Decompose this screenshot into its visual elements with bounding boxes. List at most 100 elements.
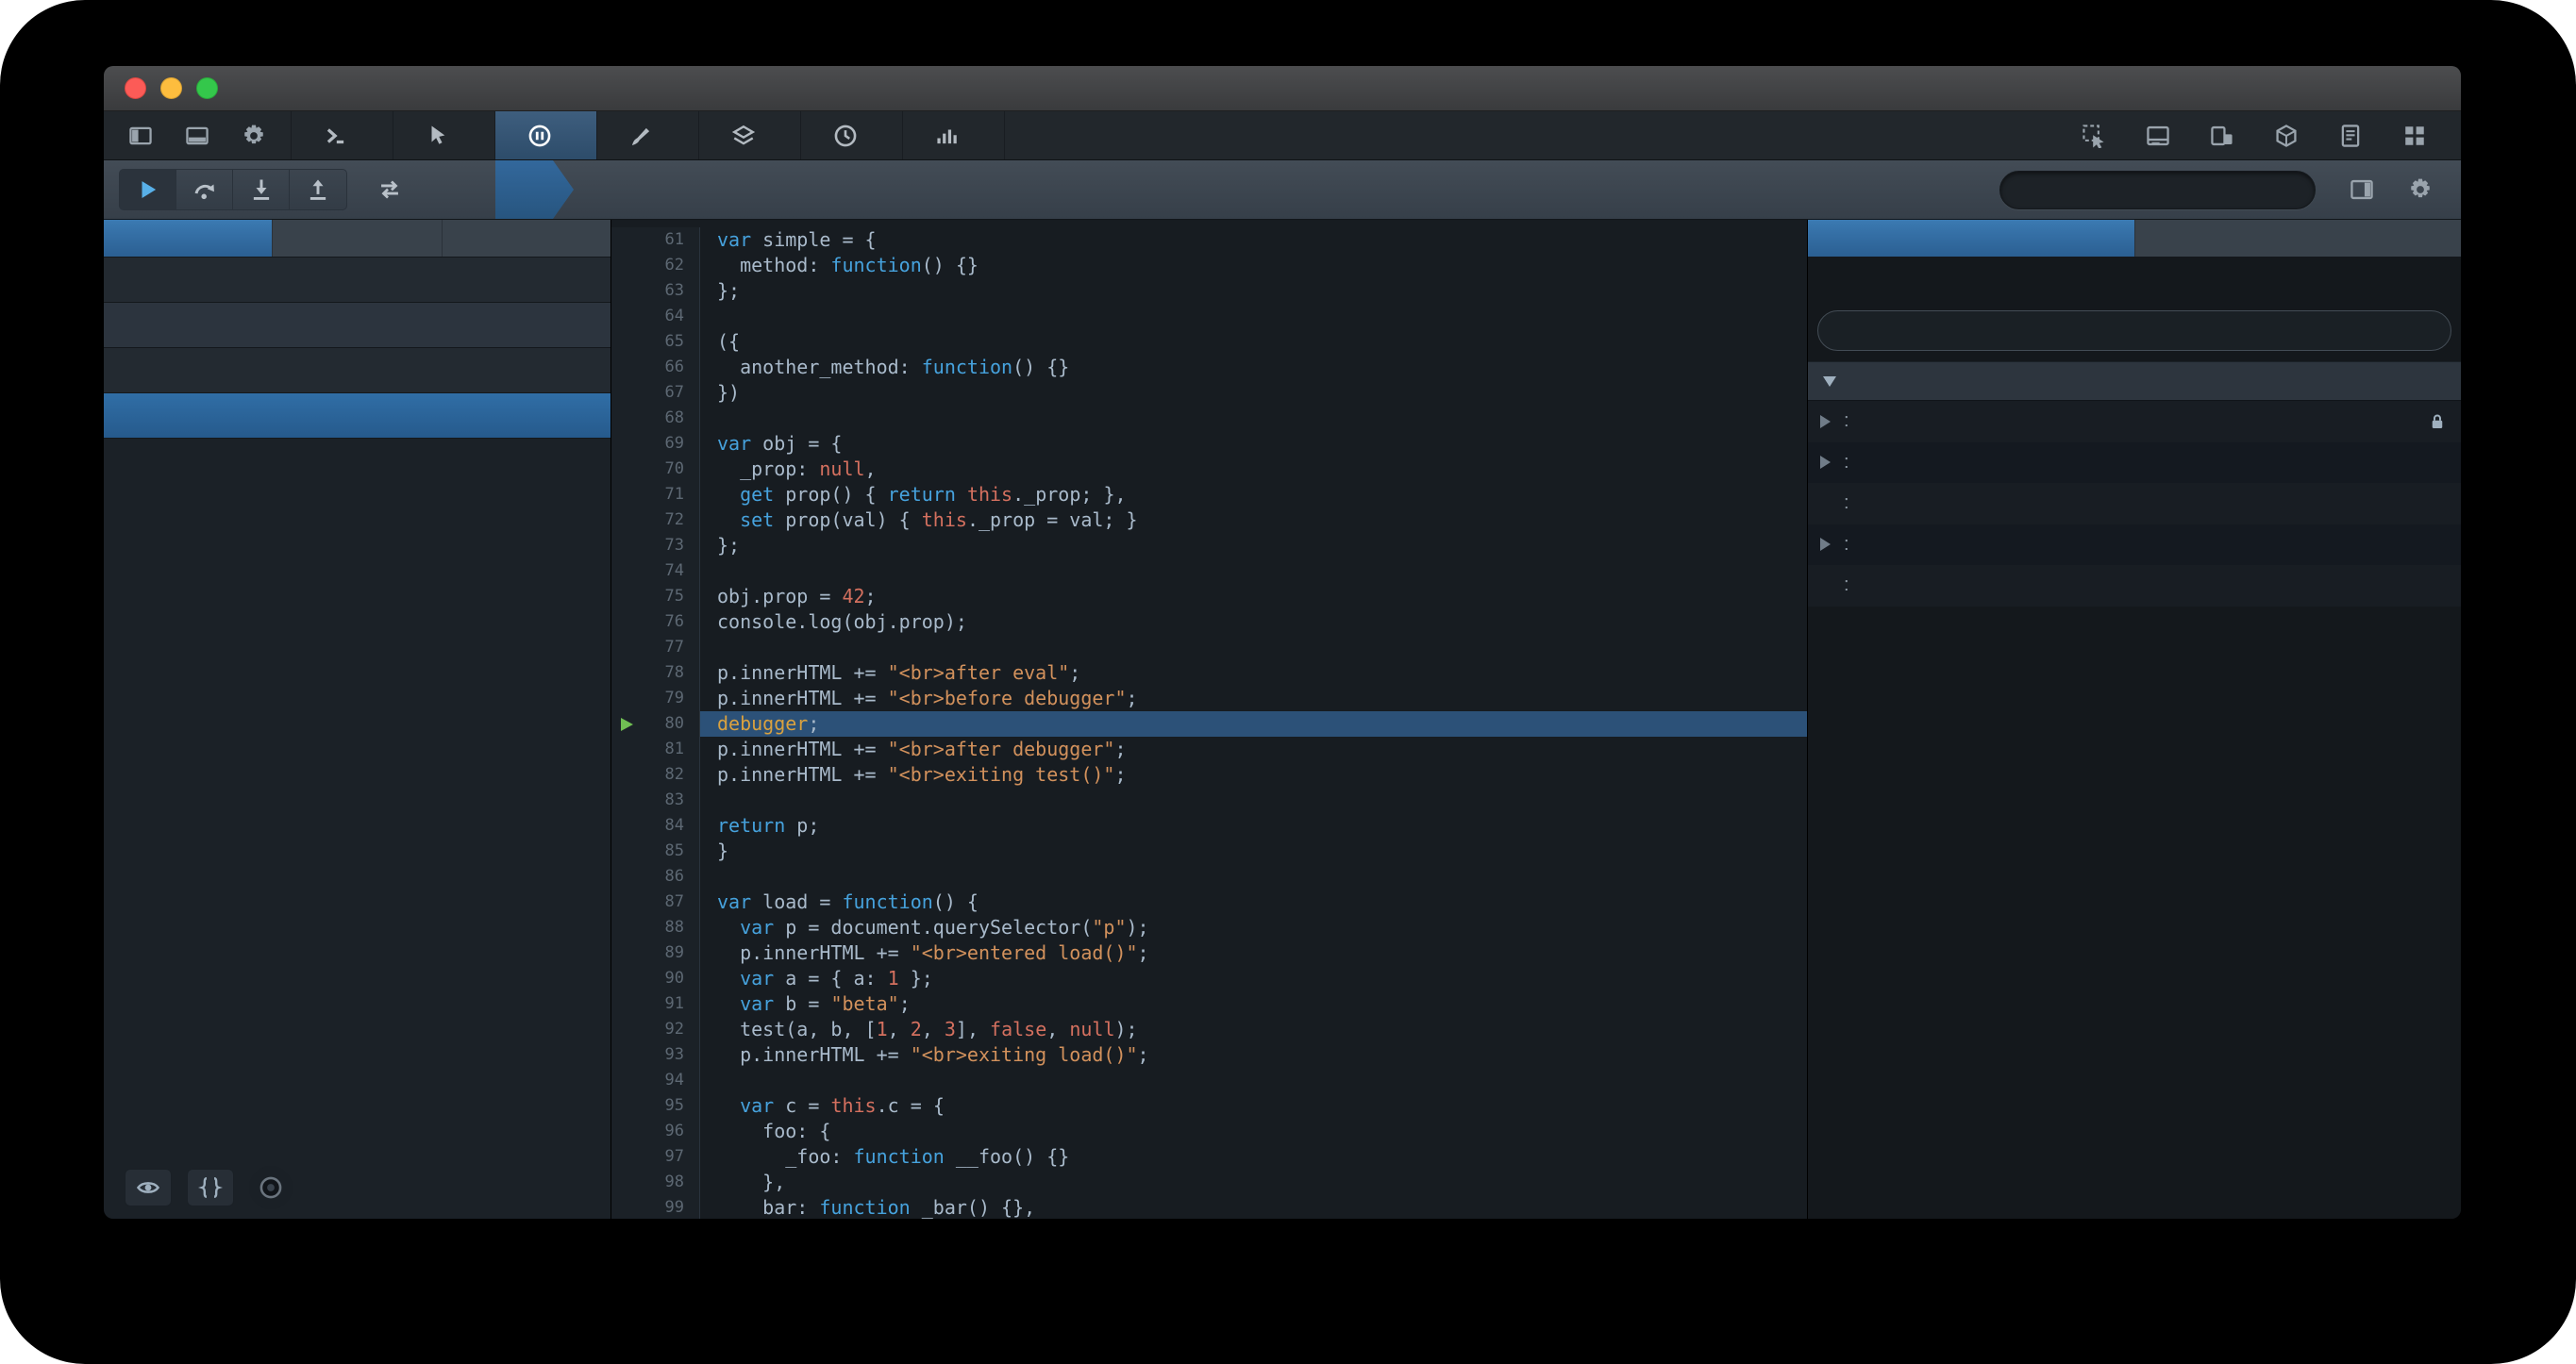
code-text[interactable]: debugger;: [700, 711, 1807, 737]
toolbox-settings-button[interactable]: [228, 115, 279, 157]
code-text[interactable]: _foo: function __foo() {}: [700, 1144, 1807, 1170]
line-number[interactable]: 84: [611, 813, 700, 839]
code-text[interactable]: test(a, b, [1, 2, 3], false, null);: [700, 1017, 1807, 1042]
variable-row[interactable]: :: [1808, 401, 2461, 442]
line-number[interactable]: 91: [611, 991, 700, 1017]
line-number[interactable]: 77: [611, 635, 700, 660]
fullscreen-icon[interactable]: [2417, 75, 2444, 102]
app-manager-button[interactable]: [2389, 115, 2440, 157]
titlebar[interactable]: [104, 66, 2461, 111]
code-text[interactable]: _prop: null,: [700, 457, 1807, 482]
expander-icon[interactable]: [1820, 414, 1831, 428]
code-text[interactable]: p.innerHTML += "<br>before debugger";: [700, 686, 1807, 711]
line-number[interactable]: 64: [611, 304, 700, 329]
line-number[interactable]: 65: [611, 329, 700, 355]
line-number[interactable]: 70: [611, 457, 700, 482]
code-text[interactable]: p.innerHTML += "<br>exiting load()";: [700, 1042, 1807, 1068]
source-editor[interactable]: 61 var simple = {62 method: function() {}…: [611, 220, 1807, 1219]
code-text[interactable]: p.innerHTML += "<br>after eval";: [700, 660, 1807, 686]
zoom-window-button[interactable]: [196, 77, 218, 99]
toggle-panes-button[interactable]: [2336, 169, 2387, 210]
line-number[interactable]: 85: [611, 839, 700, 864]
filter-variables-input[interactable]: [1864, 319, 2435, 341]
code-text[interactable]: [700, 558, 1807, 584]
expander-icon[interactable]: [1820, 538, 1831, 552]
source-item[interactable]: [104, 303, 611, 348]
code-text[interactable]: bar: function _bar() {},: [700, 1195, 1807, 1219]
step-out-button[interactable]: [290, 170, 346, 209]
code-text[interactable]: p.innerHTML += "<br>after debugger";: [700, 737, 1807, 762]
line-number[interactable]: 68: [611, 406, 700, 431]
line-number[interactable]: 89: [611, 940, 700, 966]
code-text[interactable]: }: [700, 839, 1807, 864]
code-text[interactable]: [700, 635, 1807, 660]
tab-call-stack[interactable]: [273, 220, 443, 257]
code-text[interactable]: p.innerHTML += "<br>entered load()";: [700, 940, 1807, 966]
source-item[interactable]: [104, 258, 611, 303]
source-item[interactable]: [104, 393, 611, 439]
code-text[interactable]: obj.prop = 42;: [700, 584, 1807, 609]
line-number[interactable]: 61: [611, 227, 700, 253]
code-text[interactable]: p.innerHTML += "<br>exiting test()";: [700, 762, 1807, 788]
code-text[interactable]: var load = function() {: [700, 890, 1807, 915]
blackbox-source-button[interactable]: [249, 1166, 293, 1209]
code-text[interactable]: [700, 864, 1807, 890]
line-number[interactable]: 75: [611, 584, 700, 609]
line-number[interactable]: 72: [611, 507, 700, 533]
tilt-3d-button[interactable]: [2261, 115, 2312, 157]
line-number[interactable]: 99: [611, 1195, 700, 1219]
line-number[interactable]: 74: [611, 558, 700, 584]
line-number[interactable]: 81: [611, 737, 700, 762]
line-number[interactable]: 90: [611, 966, 700, 991]
tab-traces[interactable]: [443, 220, 611, 257]
code-text[interactable]: },: [700, 1170, 1807, 1195]
code-text[interactable]: var p = document.querySelector("p");: [700, 915, 1807, 940]
variable-row[interactable]: :: [1808, 483, 2461, 524]
tab-events[interactable]: [2135, 220, 2462, 257]
tab-profiler[interactable]: [801, 111, 903, 159]
line-number[interactable]: 79: [611, 686, 700, 711]
minimize-window-button[interactable]: [160, 77, 182, 99]
line-number[interactable]: 92: [611, 1017, 700, 1042]
code-text[interactable]: var a = { a: 1 };: [700, 966, 1807, 991]
tab-sources[interactable]: [104, 220, 274, 257]
line-number[interactable]: 78: [611, 660, 700, 686]
scope-header[interactable]: [1808, 361, 2461, 401]
pretty-print-button[interactable]: [187, 1169, 234, 1206]
tab-console[interactable]: [291, 111, 393, 159]
code-text[interactable]: };: [700, 278, 1807, 304]
code-text[interactable]: console.log(obj.prop);: [700, 609, 1807, 635]
code-text[interactable]: };: [700, 533, 1807, 558]
tab-shader-editor[interactable]: [699, 111, 801, 159]
code-text[interactable]: ({: [700, 329, 1807, 355]
line-number[interactable]: 96: [611, 1119, 700, 1144]
toggle-source-visibility-button[interactable]: [125, 1169, 172, 1206]
line-number[interactable]: 67: [611, 380, 700, 406]
code-text[interactable]: [700, 406, 1807, 431]
line-number[interactable]: 63: [611, 278, 700, 304]
line-number[interactable]: 62: [611, 253, 700, 278]
code-text[interactable]: method: function() {}: [700, 253, 1807, 278]
tab-inspector[interactable]: [393, 111, 495, 159]
line-number[interactable]: 73: [611, 533, 700, 558]
dock-split-button[interactable]: [172, 115, 223, 157]
step-in-button[interactable]: [233, 170, 290, 209]
code-text[interactable]: [700, 304, 1807, 329]
variable-row[interactable]: :: [1808, 524, 2461, 565]
line-number[interactable]: 82: [611, 762, 700, 788]
line-number[interactable]: 69: [611, 431, 700, 457]
code-text[interactable]: set prop(val) { this._prop = val; }: [700, 507, 1807, 533]
stack-frame-crumb[interactable]: [436, 160, 495, 219]
code-text[interactable]: [700, 1068, 1807, 1093]
pick-element-button[interactable]: [2068, 115, 2119, 157]
responsive-design-button[interactable]: [2197, 115, 2248, 157]
line-number[interactable]: 87: [611, 890, 700, 915]
line-number[interactable]: 86: [611, 864, 700, 890]
line-number[interactable]: 95: [611, 1093, 700, 1119]
code-text[interactable]: }): [700, 380, 1807, 406]
scratchpad-button[interactable]: [2325, 115, 2376, 157]
line-number[interactable]: 97: [611, 1144, 700, 1170]
code-text[interactable]: return p;: [700, 813, 1807, 839]
tab-style-editor[interactable]: [597, 111, 699, 159]
source-item[interactable]: [104, 348, 611, 393]
